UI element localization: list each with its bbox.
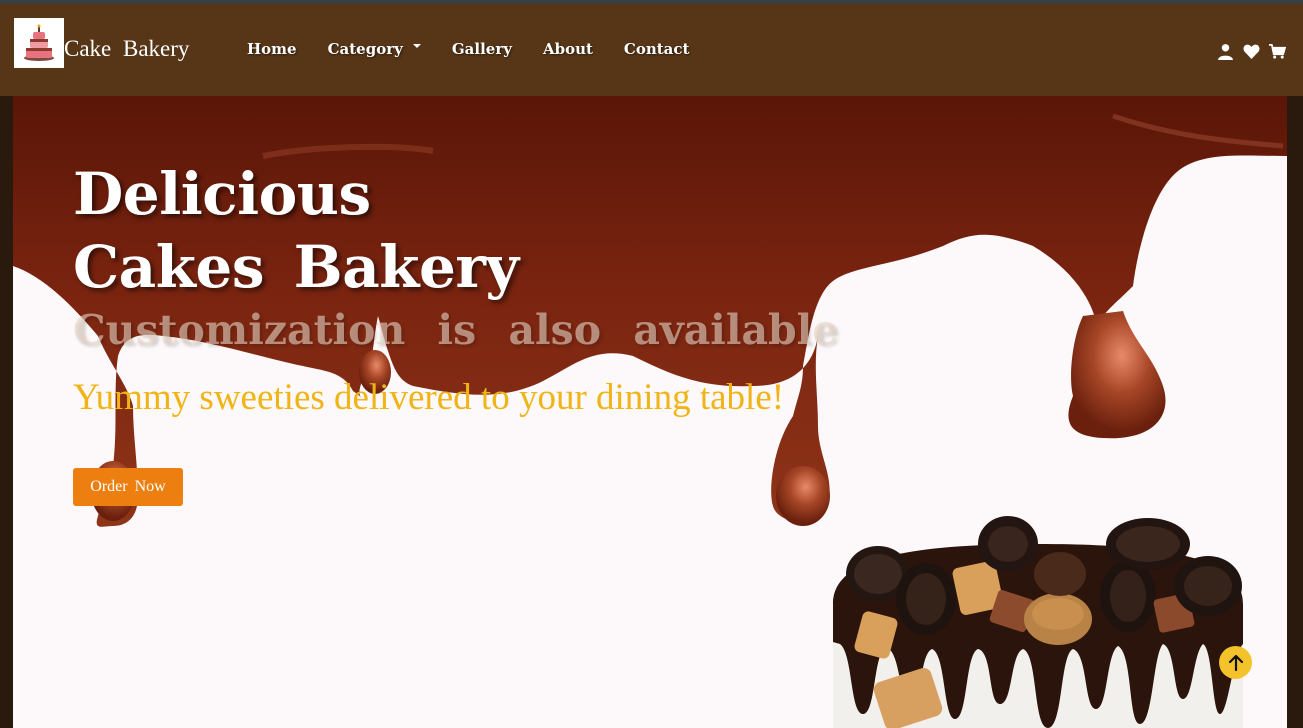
heart-icon[interactable] xyxy=(1243,43,1260,60)
nav-contact[interactable]: Contact xyxy=(624,40,690,58)
nav-category[interactable]: Category xyxy=(328,40,421,58)
navbar: Cake Bakery Home Category Gallery About … xyxy=(0,4,1303,96)
nav-home[interactable]: Home xyxy=(247,40,297,58)
user-icon[interactable] xyxy=(1217,43,1234,60)
order-now-button[interactable]: Order Now xyxy=(73,468,183,506)
hero-title: Delicious Cakes Bakery xyxy=(73,158,519,304)
hero-title-line1: Delicious xyxy=(73,160,371,228)
scroll-to-top-button[interactable] xyxy=(1219,646,1252,679)
nav-icons xyxy=(1217,43,1286,60)
nav-about[interactable]: About xyxy=(543,40,593,58)
hero-tagline: Yummy sweeties delivered to your dining … xyxy=(73,377,785,418)
cart-icon[interactable] xyxy=(1269,43,1286,60)
cake-logo-icon[interactable] xyxy=(14,18,64,68)
hero-title-line2: Cakes Bakery xyxy=(73,233,519,301)
arrow-up-icon xyxy=(1228,654,1243,671)
caret-down-icon xyxy=(412,44,421,48)
nav-gallery[interactable]: Gallery xyxy=(452,40,512,58)
page-right-edge xyxy=(1287,96,1303,728)
nav-links: Home Category Gallery About Contact xyxy=(247,40,720,58)
brand-name[interactable]: Cake Bakery xyxy=(64,36,189,62)
hero-banner: Delicious Cakes Bakery Customization is … xyxy=(13,96,1287,728)
hero-customization-text: Customization is also available xyxy=(73,306,839,354)
cake-image xyxy=(833,516,1243,728)
nav-category-label: Category xyxy=(327,40,403,58)
